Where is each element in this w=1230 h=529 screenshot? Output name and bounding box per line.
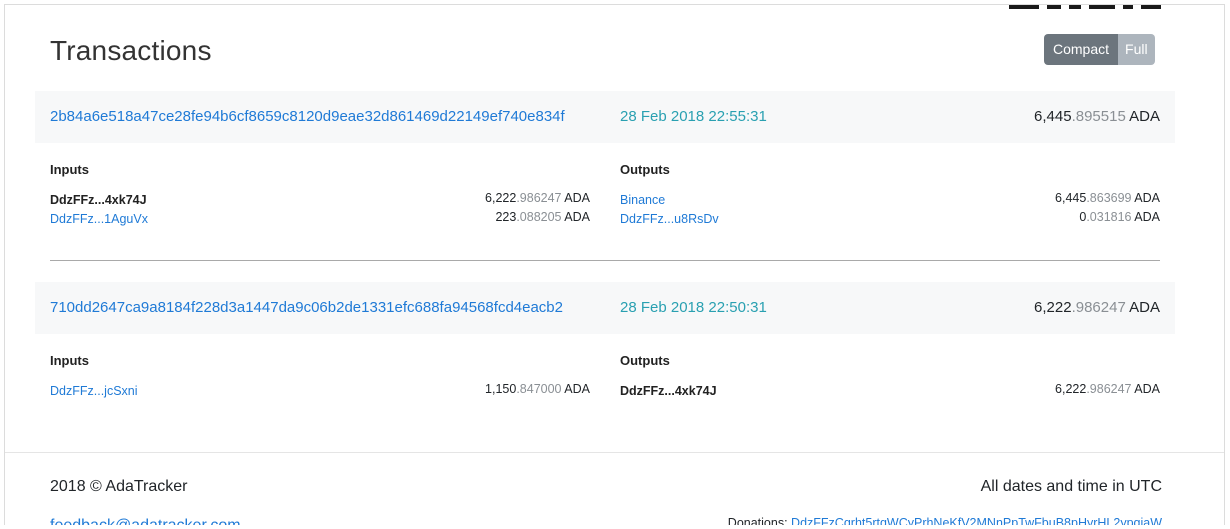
input-amount: 1,150.847000 ADA (485, 382, 590, 396)
input-amount: 6,222.986247 ADA (485, 191, 590, 205)
output-amount: 6,222.986247 ADA (1055, 382, 1160, 396)
inputs-column: Inputs DdzFFz...4xk74J 6,222.986247 ADA … (50, 162, 590, 242)
transaction-divider (50, 260, 1160, 261)
donations: Donations: DdzFFzCqrht5rtqWCyPrhNeKfV2MN… (728, 516, 1162, 525)
input-row: DdzFFz...4xk74J (50, 191, 147, 209)
output-amount: 6,445.863699 ADA (1055, 191, 1160, 205)
transaction-amount: 6,445.895515 ADA (1034, 108, 1160, 125)
input-address-link[interactable]: DdzFFz...1AguVx (50, 212, 148, 226)
input-address: DdzFFz...4xk74J (50, 193, 147, 207)
inputs-title: Inputs (50, 353, 89, 368)
input-row: DdzFFz...jcSxni (50, 382, 138, 400)
transaction-amount: 6,222.986247 ADA (1034, 299, 1160, 316)
outputs-column: Outputs DdzFFz...4xk74J 6,222.986247 ADA (620, 353, 1160, 413)
transaction-date: 28 Feb 2018 22:55:31 (620, 108, 767, 125)
output-address-link[interactable]: DdzFFz...u8RsDv (620, 212, 719, 226)
inputs-title: Inputs (50, 162, 89, 177)
output-row: DdzFFz...4xk74J (620, 382, 717, 400)
transaction-hash-link[interactable]: 2b84a6e518a47ce28fe94b6cf8659c8120d9eae3… (50, 108, 565, 125)
output-row: Binance (620, 191, 665, 209)
output-address: DdzFFz...4xk74J (620, 384, 717, 398)
site-logo[interactable] (1009, 5, 1161, 9)
output-address-link[interactable]: Binance (620, 193, 665, 207)
page-title: Transactions (50, 35, 212, 66)
transaction-date: 28 Feb 2018 22:50:31 (620, 299, 767, 316)
feedback-email-link[interactable]: feedback@adatracker.com (50, 517, 241, 525)
inputs-column: Inputs DdzFFz...jcSxni 1,150.847000 ADA (50, 353, 590, 413)
footer-timezone-note: All dates and time in UTC (980, 478, 1162, 495)
footer-copyright: 2018 © AdaTracker (50, 478, 188, 495)
input-address-link[interactable]: DdzFFz...jcSxni (50, 384, 138, 398)
outputs-title: Outputs (620, 353, 670, 368)
compact-view-button[interactable]: Compact (1044, 34, 1119, 65)
transaction-header: 710dd2647ca9a8184f228d3a1447da9c06b2de13… (35, 282, 1175, 334)
input-amount: 223.088205 ADA (495, 210, 590, 224)
footer: 2018 © AdaTracker All dates and time in … (5, 452, 1224, 525)
transaction-card: 2b84a6e518a47ce28fe94b6cf8659c8120d9eae3… (35, 91, 1175, 251)
output-amount: 0.031816 ADA (1079, 210, 1160, 224)
transaction-header: 2b84a6e518a47ce28fe94b6cf8659c8120d9eae3… (35, 91, 1175, 143)
page-frame: Transactions Compact Full 2b84a6e518a47c… (4, 4, 1225, 525)
view-toggle: Compact Full (1044, 34, 1155, 65)
full-view-button[interactable]: Full (1118, 34, 1155, 65)
donations-address-link[interactable]: DdzFFzCqrht5rtqWCyPrhNeKfV2MNnPpTwFbuB8p… (791, 516, 1162, 525)
outputs-column: Outputs Binance 6,445.863699 ADA DdzFFz.… (620, 162, 1160, 242)
transaction-hash-link[interactable]: 710dd2647ca9a8184f228d3a1447da9c06b2de13… (50, 299, 563, 316)
outputs-title: Outputs (620, 162, 670, 177)
donations-label: Donations: (727, 516, 788, 525)
transaction-card: 710dd2647ca9a8184f228d3a1447da9c06b2de13… (35, 282, 1175, 422)
output-row: DdzFFz...u8RsDv (620, 210, 719, 228)
input-row: DdzFFz...1AguVx (50, 210, 148, 228)
